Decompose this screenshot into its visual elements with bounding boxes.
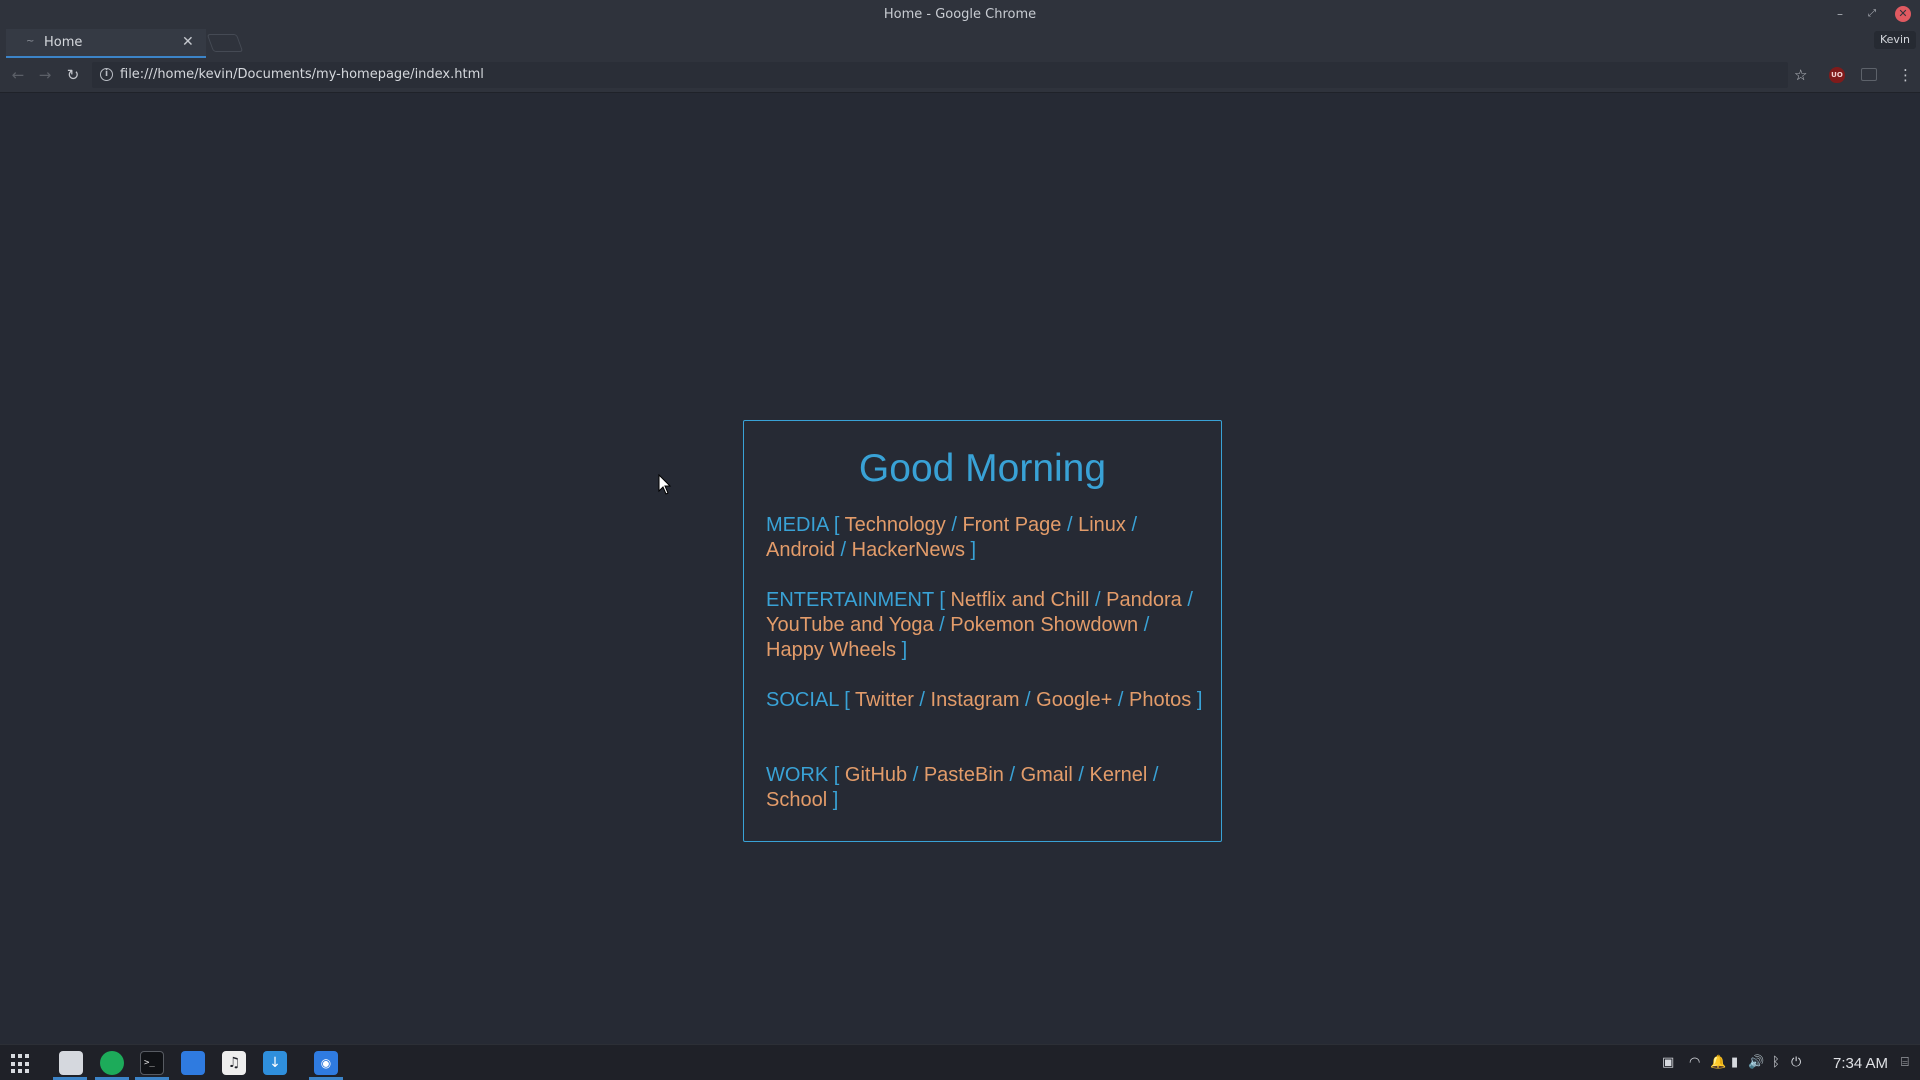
- new-tab-button[interactable]: [206, 34, 244, 52]
- address-bar[interactable]: i file:///home/kevin/Documents/my-homepa…: [92, 62, 1788, 88]
- back-arrow-icon[interactable]: ←: [9, 66, 27, 84]
- link-pokemon-showdown[interactable]: Pokemon Showdown: [950, 614, 1138, 636]
- link-separator: /: [840, 539, 847, 561]
- section-media: MEDIA [ Technology / Front Page / Linux …: [766, 513, 1210, 563]
- terminal-icon[interactable]: >_: [140, 1051, 164, 1075]
- profile-button[interactable]: Kevin: [1874, 31, 1916, 49]
- section-social: SOCIAL [ Twitter / Instagram / Google+ /…: [766, 688, 1210, 713]
- section-work: WORK [ GitHub / PasteBin / Gmail / Kerne…: [766, 763, 1210, 813]
- link-separator: /: [1152, 764, 1159, 786]
- link-separator: /: [1066, 514, 1073, 536]
- link-linux[interactable]: Linux: [1078, 514, 1126, 536]
- window-title: Home - Google Chrome: [883, 7, 1037, 22]
- url-text[interactable]: file:///home/kevin/Documents/my-homepage…: [120, 67, 484, 82]
- link-gmail[interactable]: Gmail: [1021, 764, 1073, 786]
- link-separator: /: [1143, 614, 1150, 636]
- link-photos[interactable]: Photos: [1129, 689, 1191, 711]
- open-bracket: [: [939, 589, 945, 611]
- tray-screenshot-icon[interactable]: ▣: [1662, 1055, 1674, 1070]
- link-separator: /: [1009, 764, 1016, 786]
- link-twitter[interactable]: Twitter: [855, 689, 914, 711]
- link-separator: /: [939, 614, 945, 636]
- open-bracket: [: [833, 514, 840, 536]
- link-separator: /: [1187, 589, 1193, 611]
- keyboard-layout-icon[interactable]: ⌸: [1901, 1055, 1909, 1070]
- screenshot-app-icon[interactable]: ◉: [314, 1051, 338, 1075]
- link-separator: /: [1078, 764, 1084, 786]
- bookmark-star-icon[interactable]: ☆: [1794, 66, 1807, 84]
- link-github[interactable]: GitHub: [845, 764, 907, 786]
- notifications-icon[interactable]: 🔔: [1710, 1055, 1726, 1070]
- link-separator: /: [951, 514, 957, 536]
- section-category-label: SOCIAL: [766, 689, 839, 711]
- battery-icon[interactable]: ▮: [1731, 1055, 1738, 1070]
- info-icon[interactable]: i: [100, 68, 113, 81]
- link-kernel[interactable]: Kernel: [1090, 764, 1148, 786]
- close-window-icon[interactable]: ✕: [1895, 6, 1911, 22]
- bluetooth-icon[interactable]: ᛒ: [1772, 1055, 1780, 1070]
- ublock-extension-icon[interactable]: UO: [1829, 67, 1845, 83]
- greeting-heading: Good Morning: [858, 447, 1107, 490]
- link-separator: /: [1117, 689, 1124, 711]
- music-player-icon[interactable]: ♫: [222, 1051, 246, 1075]
- download-manager-icon[interactable]: ↓: [263, 1051, 287, 1075]
- chrome-icon[interactable]: [100, 1051, 124, 1075]
- taskbar: >_ ♫ ↓ ◉ ▣ ◠ 🔔 ▮ 🔊 ᛒ ⏻ 7:34 AM ⌸: [0, 1044, 1920, 1080]
- link-technology[interactable]: Technology: [845, 514, 946, 536]
- wifi-icon[interactable]: ◠: [1689, 1055, 1700, 1070]
- section-category-label: ENTERTAINMENT: [766, 589, 934, 611]
- link-front-page[interactable]: Front Page: [962, 514, 1061, 536]
- cast-icon[interactable]: [1861, 68, 1877, 81]
- clock[interactable]: 7:34 AM: [1833, 1055, 1888, 1072]
- minimize-icon[interactable]: –: [1832, 6, 1848, 22]
- volume-icon[interactable]: 🔊: [1748, 1055, 1764, 1070]
- link-youtube-and-yoga[interactable]: YouTube and Yoga: [766, 614, 934, 636]
- link-separator: /: [1131, 514, 1138, 536]
- chrome-menu-icon[interactable]: ⋮: [1898, 66, 1913, 84]
- app-launcher-icon[interactable]: [11, 1054, 31, 1074]
- window-titlebar: Home - Google Chrome – ⤢ ✕: [0, 0, 1920, 29]
- tab-home[interactable]: ~ Home ✕: [6, 29, 206, 58]
- link-pastebin[interactable]: PasteBin: [924, 764, 1004, 786]
- reload-icon[interactable]: ↻: [64, 66, 82, 84]
- section-category-label: WORK: [766, 764, 829, 786]
- browser-toolbar: ← → ↻ i file:///home/kevin/Documents/my-…: [0, 58, 1920, 93]
- link-pandora[interactable]: Pandora: [1106, 589, 1182, 611]
- file-manager-icon[interactable]: [59, 1051, 83, 1075]
- link-instagram[interactable]: Instagram: [931, 689, 1020, 711]
- close-bracket: ]: [970, 539, 977, 561]
- section-entertainment: ENTERTAINMENT [ Netflix and Chill / Pand…: [766, 588, 1210, 663]
- link-separator: /: [1095, 589, 1101, 611]
- tab-strip: ~ Home ✕: [0, 29, 1920, 58]
- tab-title: Home: [44, 35, 83, 50]
- link-separator: /: [912, 764, 919, 786]
- link-google[interactable]: Google+: [1036, 689, 1112, 711]
- power-icon[interactable]: ⏻: [1791, 1055, 1801, 1070]
- open-bracket: [: [844, 689, 850, 711]
- link-android[interactable]: Android: [766, 539, 835, 561]
- link-school[interactable]: School: [766, 789, 827, 811]
- link-hackernews[interactable]: HackerNews: [852, 539, 965, 561]
- tab-close-icon[interactable]: ✕: [182, 34, 194, 50]
- link-separator: /: [1025, 689, 1031, 711]
- link-netflix-and-chill[interactable]: Netflix and Chill: [950, 589, 1089, 611]
- link-happy-wheels[interactable]: Happy Wheels: [766, 639, 896, 661]
- link-separator: /: [919, 689, 925, 711]
- maximize-icon[interactable]: ⤢: [1864, 6, 1880, 22]
- close-bracket: ]: [1196, 689, 1203, 711]
- text-editor-icon[interactable]: [181, 1051, 205, 1075]
- open-bracket: [: [833, 764, 840, 786]
- tab-favicon-icon: ~: [26, 36, 35, 47]
- forward-arrow-icon[interactable]: →: [36, 66, 54, 84]
- close-bracket: ]: [901, 639, 908, 661]
- close-bracket: ]: [832, 789, 839, 811]
- homepage-card: Good Morning MEDIA [ Technology / Front …: [743, 420, 1222, 842]
- section-category-label: MEDIA: [766, 514, 829, 536]
